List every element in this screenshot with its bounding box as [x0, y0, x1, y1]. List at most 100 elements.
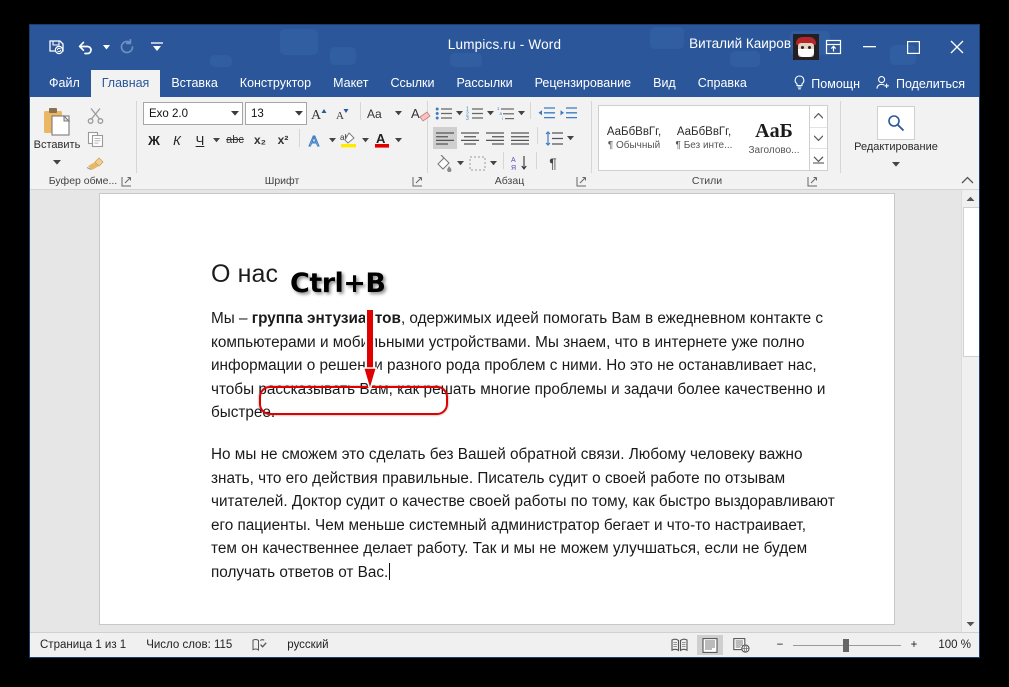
line-spacing-dropdown-icon[interactable]: [566, 127, 575, 149]
shading-button[interactable]: [433, 152, 455, 174]
minimize-button[interactable]: [847, 25, 891, 69]
view-print-layout-button[interactable]: [697, 635, 723, 655]
tab-insert[interactable]: Вставка: [160, 70, 228, 97]
styles-gallery-scroll[interactable]: [809, 106, 827, 170]
highlight-dropdown-icon[interactable]: [361, 129, 370, 151]
paste-dropdown-icon[interactable]: [53, 152, 61, 170]
window-controls[interactable]: [847, 25, 979, 69]
grow-font-button[interactable]: A: [309, 103, 331, 125]
font-name-combo[interactable]: Exo 2.0: [143, 102, 243, 125]
undo-dropdown-icon[interactable]: [102, 36, 111, 58]
styles-scroll-up-icon[interactable]: [810, 106, 827, 128]
tab-file[interactable]: Файл: [38, 70, 91, 97]
numbering-dropdown-icon[interactable]: [486, 102, 495, 124]
user-name[interactable]: Виталий Каиров: [689, 36, 791, 51]
zoom-level[interactable]: 100 %: [927, 639, 971, 651]
editing-button[interactable]: Редактирование: [846, 102, 946, 172]
bold-button[interactable]: Ж: [143, 129, 165, 151]
borders-dropdown-icon[interactable]: [489, 152, 498, 174]
customize-qat-icon[interactable]: [143, 33, 171, 61]
show-marks-button[interactable]: ¶: [542, 152, 564, 174]
align-center-button[interactable]: [458, 127, 482, 149]
styles-scroll-down-icon[interactable]: [810, 128, 827, 150]
bullets-button[interactable]: [433, 102, 455, 124]
tab-review[interactable]: Рецензирование: [524, 70, 643, 97]
tab-home[interactable]: Главная: [90, 70, 161, 97]
language-indicator[interactable]: русский: [277, 639, 338, 651]
increase-indent-button[interactable]: [557, 102, 579, 124]
styles-more-icon[interactable]: [810, 149, 827, 170]
change-case-dropdown-icon[interactable]: [394, 103, 403, 125]
vertical-scrollbar[interactable]: [961, 190, 979, 632]
quick-access-toolbar[interactable]: [42, 31, 171, 63]
borders-button[interactable]: [466, 152, 488, 174]
sort-button[interactable]: АЯ: [509, 152, 531, 174]
scrollbar-thumb[interactable]: [963, 207, 979, 357]
ribbon-tabs[interactable]: Файл Главная Вставка Конструктор Макет С…: [30, 69, 979, 97]
text-effects-button[interactable]: A: [305, 129, 327, 151]
styles-dialog-launcher[interactable]: [807, 176, 818, 187]
style-no-spacing[interactable]: АаБбВвГг, ¶ Без инте...: [669, 106, 739, 170]
clipboard-dialog-launcher[interactable]: [121, 176, 132, 187]
tab-design[interactable]: Конструктор: [229, 70, 322, 97]
close-button[interactable]: [935, 25, 979, 69]
cut-button[interactable]: [84, 104, 106, 126]
tell-me-button[interactable]: Помощн: [787, 75, 866, 93]
scroll-up-button[interactable]: [962, 190, 979, 207]
share-button[interactable]: Поделиться: [870, 75, 971, 93]
multilevel-list-button[interactable]: 1ai: [495, 102, 517, 124]
save-icon[interactable]: [42, 33, 70, 61]
format-painter-button[interactable]: [84, 152, 106, 174]
maximize-button[interactable]: [891, 25, 935, 69]
collapse-ribbon-button[interactable]: [959, 173, 975, 187]
bullets-dropdown-icon[interactable]: [455, 102, 464, 124]
tab-layout[interactable]: Макет: [322, 70, 379, 97]
copy-button[interactable]: [84, 128, 106, 150]
zoom-slider-knob[interactable]: [843, 638, 849, 652]
styles-gallery[interactable]: АаБбВвГг, ¶ Обычный АаБбВвГг, ¶ Без инте…: [598, 105, 828, 171]
editing-dropdown-icon[interactable]: [892, 154, 900, 172]
zoom-out-button[interactable]: −: [772, 635, 788, 655]
scroll-down-button[interactable]: [962, 615, 979, 632]
document-page[interactable]: О нас Мы – группа энтузиастов, одержимых…: [100, 194, 894, 624]
tab-mailings[interactable]: Рассылки: [445, 70, 523, 97]
avatar[interactable]: [793, 34, 819, 60]
scrollbar-track[interactable]: [962, 207, 979, 615]
strikethrough-button[interactable]: abc: [222, 129, 248, 151]
shading-dropdown-icon[interactable]: [456, 152, 465, 174]
word-count[interactable]: Число слов: 115: [136, 639, 242, 651]
underline-button[interactable]: Ч: [189, 129, 211, 151]
status-bar[interactable]: Страница 1 из 1 Число слов: 115 русский …: [30, 632, 979, 657]
italic-button[interactable]: К: [166, 129, 188, 151]
document-area[interactable]: О нас Мы – группа энтузиастов, одержимых…: [30, 190, 979, 632]
undo-icon[interactable]: [72, 33, 100, 61]
underline-dropdown-icon[interactable]: [212, 129, 221, 151]
decrease-indent-button[interactable]: [535, 102, 557, 124]
tab-help[interactable]: Справка: [687, 70, 758, 97]
style-heading[interactable]: AaБ Заголово...: [739, 106, 809, 170]
zoom-in-button[interactable]: +: [906, 635, 922, 655]
highlight-button[interactable]: ab: [338, 129, 360, 151]
style-normal[interactable]: АаБбВвГг, ¶ Обычный: [599, 106, 669, 170]
view-read-mode-button[interactable]: [666, 635, 692, 655]
status-bar-right[interactable]: − + 100 %: [666, 633, 971, 657]
font-color-dropdown-icon[interactable]: [394, 129, 403, 151]
paragraph-dialog-launcher[interactable]: [576, 176, 587, 187]
font-color-button[interactable]: A: [371, 129, 393, 151]
document-body[interactable]: О нас Мы – группа энтузиастов, одержимых…: [211, 260, 836, 603]
line-spacing-button[interactable]: [543, 127, 565, 149]
align-right-button[interactable]: [483, 127, 507, 149]
ribbon-display-options-icon[interactable]: [819, 35, 847, 59]
numbering-button[interactable]: 123: [464, 102, 486, 124]
text-effects-dropdown-icon[interactable]: [328, 129, 337, 151]
font-dialog-launcher[interactable]: [412, 176, 423, 187]
subscript-button[interactable]: x₂: [249, 129, 271, 151]
multilevel-list-dropdown-icon[interactable]: [517, 102, 526, 124]
justify-button[interactable]: [508, 127, 532, 149]
ribbon-tabs-right[interactable]: Помощн Поделиться: [787, 75, 971, 93]
proofing-status[interactable]: [242, 638, 277, 652]
tab-references[interactable]: Ссылки: [379, 70, 445, 97]
font-size-combo[interactable]: 13: [245, 102, 307, 125]
superscript-button[interactable]: x²: [272, 129, 294, 151]
paste-button[interactable]: Вставить: [30, 102, 84, 170]
